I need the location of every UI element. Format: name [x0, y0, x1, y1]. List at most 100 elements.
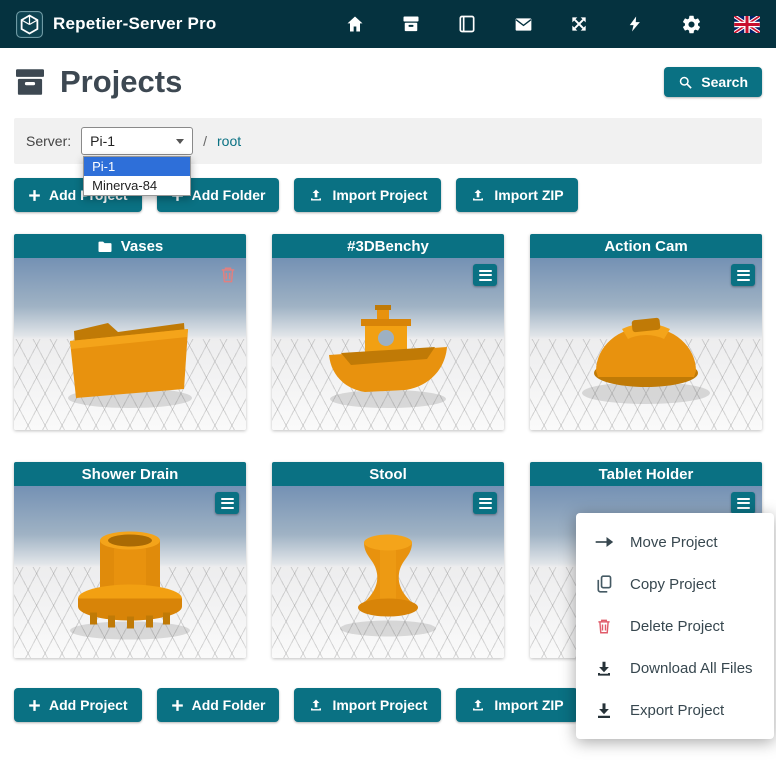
- trash-icon: [218, 264, 238, 285]
- card-menu-button[interactable]: [473, 492, 497, 514]
- menu-item-label: Delete Project: [630, 618, 724, 635]
- import-zip-button[interactable]: Import ZIP: [456, 178, 577, 212]
- card-header[interactable]: #3DBenchy: [272, 234, 504, 258]
- server-select-options: Pi-1 Minerva-84: [83, 156, 191, 196]
- card-header[interactable]: Stool: [272, 462, 504, 486]
- menu-icon: [221, 498, 234, 500]
- language-button[interactable]: [734, 11, 760, 37]
- search-icon: [678, 75, 693, 90]
- project-preview[interactable]: [272, 486, 504, 658]
- menu-item-label: Move Project: [630, 534, 718, 551]
- card-title: Shower Drain: [82, 466, 179, 483]
- server-option-minerva84[interactable]: Minerva-84: [84, 176, 190, 195]
- search-button-label: Search: [701, 74, 748, 90]
- add-project-label: Add Project: [49, 697, 128, 713]
- messages-button[interactable]: [510, 11, 536, 37]
- plus-icon: [171, 699, 184, 712]
- language-flag-icon: [734, 16, 760, 33]
- context-menu-export-project[interactable]: Export Project: [576, 689, 774, 731]
- plus-icon: [28, 189, 41, 202]
- server-label: Server:: [26, 133, 71, 149]
- project-card-stool: Stool: [272, 462, 504, 658]
- import-project-label: Import Project: [332, 697, 427, 713]
- project-card-vases: Vases: [14, 234, 246, 430]
- app-logo[interactable]: Repetier-Server Pro: [16, 11, 216, 38]
- project-card-3dbenchy: #3DBenchy: [272, 234, 504, 430]
- upload-icon: [470, 188, 486, 203]
- stool-model: [313, 518, 463, 643]
- server-select-value: Pi-1: [90, 133, 115, 149]
- projects-button[interactable]: [398, 11, 424, 37]
- top-navbar: Repetier-Server Pro: [0, 0, 776, 48]
- breadcrumb-separator: /: [203, 133, 207, 149]
- expand-icon: [569, 14, 589, 34]
- export-icon: [594, 701, 614, 720]
- context-menu-download-all-files[interactable]: Download All Files: [576, 647, 774, 689]
- benchy-model: [313, 293, 463, 413]
- card-header[interactable]: Shower Drain: [14, 462, 246, 486]
- import-zip-label: Import ZIP: [494, 697, 563, 713]
- add-folder-label: Add Folder: [192, 697, 266, 713]
- project-preview[interactable]: [530, 258, 762, 430]
- settings-gear-icon: [681, 14, 702, 35]
- add-folder-button[interactable]: Add Folder: [157, 688, 280, 722]
- context-menu-delete-project[interactable]: Delete Project: [576, 605, 774, 647]
- menu-icon: [737, 498, 750, 500]
- import-zip-button[interactable]: Import ZIP: [456, 688, 577, 722]
- project-card-shower-drain: Shower Drain: [14, 462, 246, 658]
- app-title: Repetier-Server Pro: [53, 14, 216, 34]
- add-project-button[interactable]: Add Project: [14, 688, 142, 722]
- card-header[interactable]: Vases: [14, 234, 246, 258]
- project-preview[interactable]: [272, 258, 504, 430]
- folder-icon: [97, 240, 113, 253]
- shower-drain-model: [50, 518, 210, 643]
- copy-icon: [594, 574, 614, 594]
- breadcrumb-root-link[interactable]: root: [217, 133, 241, 149]
- upload-icon: [470, 698, 486, 713]
- menu-item-label: Copy Project: [630, 576, 716, 593]
- import-project-label: Import Project: [332, 187, 427, 203]
- download-icon: [594, 659, 614, 678]
- page-title: Projects: [60, 64, 182, 100]
- server-option-pi1[interactable]: Pi-1: [84, 157, 190, 176]
- context-menu-move-project[interactable]: Move Project: [576, 521, 774, 563]
- menu-icon: [737, 270, 750, 272]
- import-project-button[interactable]: Import Project: [294, 688, 441, 722]
- chevron-down-icon: [176, 139, 184, 144]
- app-window: Repetier-Server Pro: [0, 0, 776, 760]
- menu-item-label: Export Project: [630, 702, 724, 719]
- project-card-action-cam: Action Cam: [530, 234, 762, 430]
- delete-folder-button[interactable]: [218, 264, 238, 290]
- power-icon: [626, 14, 644, 34]
- card-menu-button[interactable]: [731, 264, 755, 286]
- projects-icon: [401, 14, 421, 34]
- action-cam-model: [566, 293, 726, 413]
- folder-model: [50, 293, 210, 413]
- upload-icon: [308, 698, 324, 713]
- home-icon: [345, 14, 365, 34]
- card-title: Tablet Holder: [599, 466, 694, 483]
- manual-button[interactable]: [454, 11, 480, 37]
- card-menu-button[interactable]: [731, 492, 755, 514]
- add-folder-label: Add Folder: [192, 187, 266, 203]
- settings-button[interactable]: [678, 11, 704, 37]
- menu-icon: [479, 498, 492, 500]
- search-button[interactable]: Search: [664, 67, 762, 97]
- project-preview[interactable]: [14, 258, 246, 430]
- plus-icon: [28, 699, 41, 712]
- card-header[interactable]: Tablet Holder: [530, 462, 762, 486]
- projects-box-icon: [14, 68, 46, 96]
- project-preview[interactable]: [14, 486, 246, 658]
- card-menu-button[interactable]: [215, 492, 239, 514]
- import-project-button[interactable]: Import Project: [294, 178, 441, 212]
- power-button[interactable]: [622, 11, 648, 37]
- fullscreen-button[interactable]: [566, 11, 592, 37]
- context-menu-copy-project[interactable]: Copy Project: [576, 563, 774, 605]
- server-select[interactable]: Pi-1: [81, 127, 193, 155]
- home-button[interactable]: [342, 11, 368, 37]
- upload-icon: [308, 188, 324, 203]
- card-menu-button[interactable]: [473, 264, 497, 286]
- page-header: Projects Search: [14, 58, 762, 106]
- menu-item-label: Download All Files: [630, 660, 753, 677]
- card-header[interactable]: Action Cam: [530, 234, 762, 258]
